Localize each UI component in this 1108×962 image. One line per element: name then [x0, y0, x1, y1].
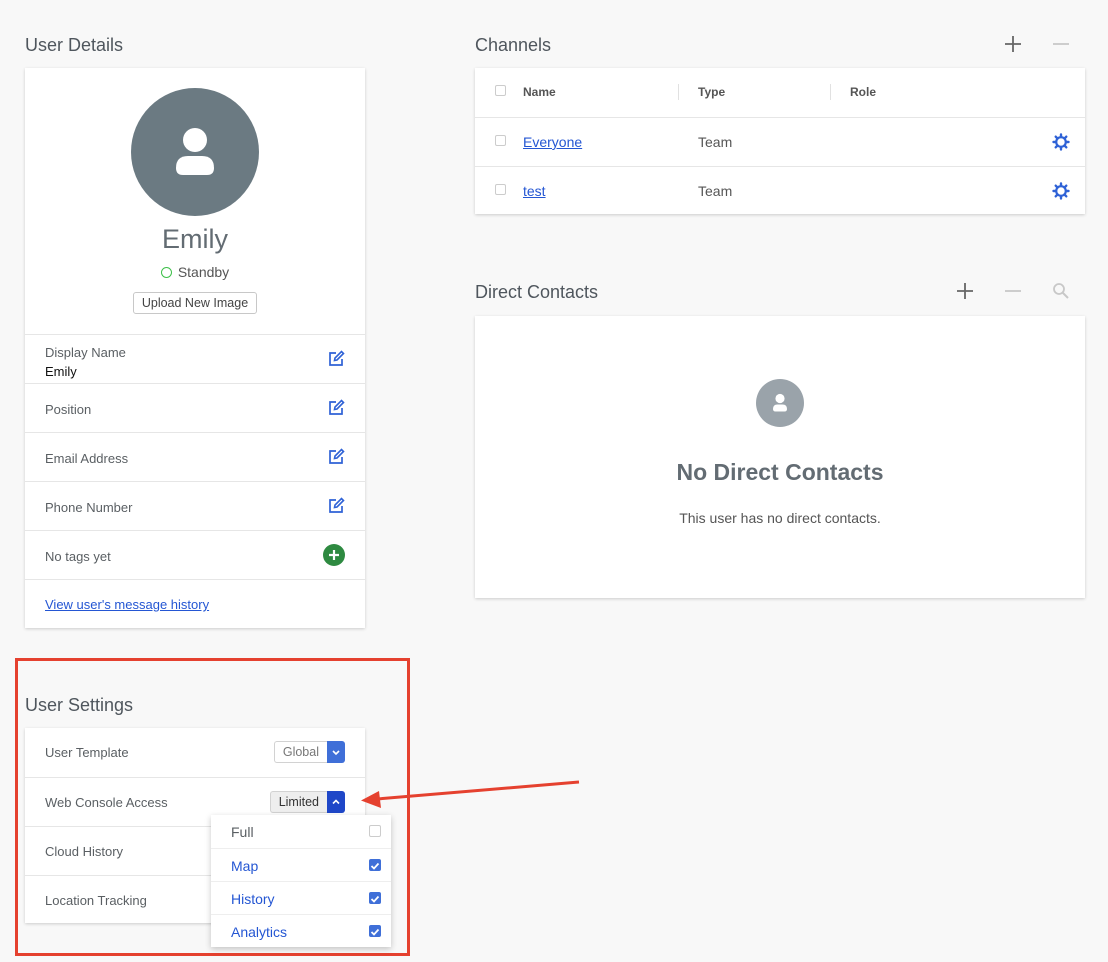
option-checkbox[interactable] — [369, 892, 381, 904]
setting-label: Web Console Access — [45, 795, 168, 810]
setting-label: User Template — [45, 745, 129, 760]
checkmark-icon — [370, 895, 380, 903]
user-details-card: Emily Standby Upload New Image Display N… — [25, 68, 365, 628]
field-tags: No tags yet — [25, 530, 365, 579]
setting-user-template: User Template Global — [25, 728, 365, 777]
gear-icon[interactable] — [1052, 182, 1070, 200]
web-console-access-select[interactable]: Limited — [269, 791, 345, 813]
option-label: Full — [231, 824, 254, 840]
option-label: Map — [231, 858, 259, 874]
row-checkbox[interactable] — [495, 184, 506, 195]
status-label: Standby — [177, 264, 230, 280]
user-settings-title: User Settings — [25, 695, 134, 715]
row-checkbox[interactable] — [495, 135, 506, 146]
add-channel-button[interactable] — [1001, 32, 1025, 61]
select-all-checkbox[interactable] — [495, 85, 506, 96]
user-status: Standby — [25, 264, 365, 280]
channel-name-link[interactable]: test — [523, 183, 546, 199]
field-display-name: Display Name Emily — [25, 334, 365, 383]
column-header-type[interactable]: Type — [698, 85, 725, 99]
field-email: Email Address — [25, 432, 365, 481]
avatar — [131, 88, 259, 216]
option-checkbox[interactable] — [369, 825, 381, 837]
channel-type: Team — [698, 134, 733, 150]
table-header: Name Type Role — [475, 68, 1085, 117]
user-name: Emily — [162, 224, 228, 254]
table-row: Everyone Team — [475, 117, 1085, 166]
user-details-title: User Details — [25, 35, 124, 55]
option-label: Analytics — [231, 924, 288, 940]
channel-type: Team — [698, 183, 733, 199]
direct-contacts-card: No Direct Contacts This user has no dire… — [475, 316, 1085, 598]
dropdown-option-history[interactable]: History — [211, 881, 391, 914]
gear-icon[interactable] — [1052, 133, 1070, 151]
setting-label: Cloud History — [45, 844, 124, 859]
minus-icon — [1053, 43, 1069, 45]
checkmark-icon — [370, 862, 380, 870]
select-value: Global — [273, 741, 327, 763]
status-dot-icon — [160, 267, 172, 278]
option-label: History — [231, 891, 275, 907]
tags-label: No tags yet — [45, 549, 111, 564]
remove-contact-button[interactable] — [1001, 279, 1025, 308]
field-label: Display Name — [45, 345, 126, 360]
chevron-up-icon — [332, 799, 340, 805]
field-phone: Phone Number — [25, 481, 365, 530]
plus-icon — [957, 283, 973, 299]
web-console-access-dropdown: Full Map History Analytics — [211, 815, 391, 947]
dropdown-option-map[interactable]: Map — [211, 848, 391, 881]
plus-icon — [1005, 36, 1021, 52]
channels-title: Channels — [475, 35, 552, 55]
channel-name-link[interactable]: Everyone — [523, 134, 582, 150]
table-row: test Team — [475, 166, 1085, 215]
user-template-select[interactable]: Global — [271, 741, 345, 763]
column-header-name[interactable]: Name — [523, 85, 556, 99]
chevron-down-icon — [332, 750, 340, 756]
field-label: Position — [45, 402, 92, 417]
column-divider — [678, 84, 679, 100]
add-contact-button[interactable] — [953, 279, 977, 308]
message-history-link[interactable]: View user's message history — [45, 597, 209, 612]
field-label: Email Address — [45, 451, 129, 466]
upload-image-button[interactable]: Upload New Image — [133, 292, 257, 314]
field-position: Position — [25, 383, 365, 432]
edit-icon[interactable] — [327, 350, 345, 368]
annotation-arrow-icon — [361, 780, 580, 808]
dropdown-option-analytics[interactable]: Analytics — [211, 914, 391, 947]
minus-icon — [1005, 290, 1021, 292]
edit-icon[interactable] — [327, 497, 345, 515]
add-tag-button[interactable] — [323, 544, 345, 566]
option-checkbox[interactable] — [369, 925, 381, 937]
channels-table: Name Type Role Everyone Team test Team — [475, 68, 1085, 214]
dropdown-option-full[interactable]: Full — [211, 815, 391, 848]
checkmark-icon — [370, 928, 380, 936]
search-icon — [1053, 283, 1069, 299]
edit-icon[interactable] — [327, 448, 345, 466]
plus-icon — [329, 550, 339, 560]
empty-avatar — [756, 379, 804, 427]
empty-state-text: This user has no direct contacts. — [679, 510, 881, 526]
field-value: Emily — [45, 364, 77, 379]
field-history: View user's message history — [25, 579, 365, 628]
empty-state-title: No Direct Contacts — [676, 459, 884, 485]
field-label: Phone Number — [45, 500, 133, 515]
select-toggle[interactable] — [327, 741, 345, 763]
setting-label: Location Tracking — [45, 893, 147, 908]
option-checkbox[interactable] — [369, 859, 381, 871]
search-contacts-button[interactable] — [1049, 279, 1073, 308]
select-value: Limited — [269, 791, 327, 813]
direct-contacts-title: Direct Contacts — [475, 282, 599, 302]
remove-channel-button[interactable] — [1049, 32, 1073, 61]
select-toggle[interactable] — [327, 791, 345, 813]
column-header-role[interactable]: Role — [850, 85, 876, 99]
edit-icon[interactable] — [327, 399, 345, 417]
user-icon — [773, 393, 787, 412]
column-divider — [830, 84, 831, 100]
user-icon — [176, 128, 214, 175]
